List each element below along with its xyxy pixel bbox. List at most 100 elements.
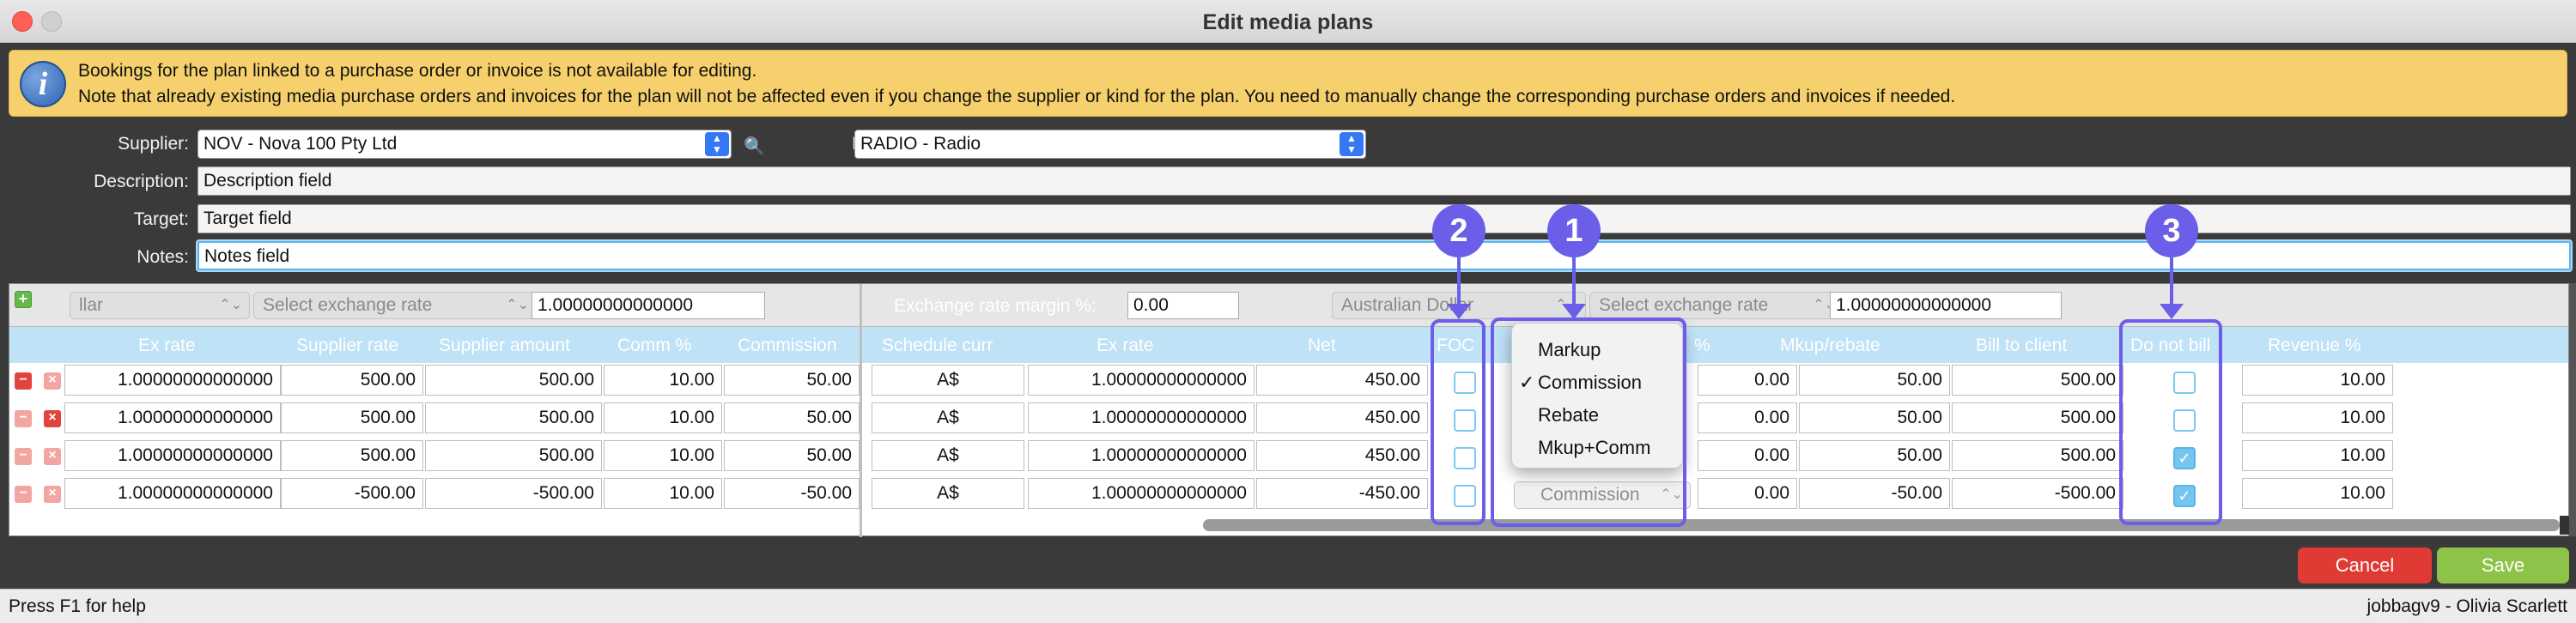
left-exchange-select[interactable]: Select exchange rate ⌃⌄ xyxy=(253,292,537,319)
cell-supplier-rate[interactable]: 500.00 xyxy=(281,402,423,433)
col-bill-to-client[interactable]: Bill to client xyxy=(1976,336,2067,356)
remove-row-icon[interactable]: − xyxy=(15,372,32,390)
cell-net[interactable]: -450.00 xyxy=(1256,478,1428,509)
cell-supplier-rate[interactable]: -500.00 xyxy=(281,478,423,509)
cell-mkup-rebate[interactable]: -50.00 xyxy=(1799,478,1950,509)
cell-comm-pct[interactable]: 10.00 xyxy=(604,478,722,509)
cell-comm-pct[interactable]: 10.00 xyxy=(604,440,722,471)
cell-comm-pct[interactable]: 10.00 xyxy=(604,365,722,396)
chevron-updown-icon: ⌃⌄ xyxy=(506,298,529,312)
cell-revenue-pct[interactable]: 10.00 xyxy=(2242,440,2393,471)
info-line-1: Bookings for the plan linked to a purcha… xyxy=(78,61,757,81)
cell-commission[interactable]: 50.00 xyxy=(724,365,860,396)
cell-supplier-rate[interactable]: 500.00 xyxy=(281,365,423,396)
chevron-updown-icon: ▲ ▼ xyxy=(705,132,729,156)
cell-revenue-pct[interactable]: 10.00 xyxy=(2242,478,2393,509)
cell-supplier-amount[interactable]: 500.00 xyxy=(425,402,602,433)
notes-label: Notes: xyxy=(137,247,189,267)
cell-net[interactable]: 450.00 xyxy=(1256,402,1428,433)
cancel-button[interactable]: Cancel xyxy=(2298,547,2432,584)
kind-value: RADIO - Radio xyxy=(860,134,981,154)
col-comm-pct[interactable]: Comm % xyxy=(617,336,691,356)
cell-revenue-pct[interactable]: 10.00 xyxy=(2242,402,2393,433)
cell-pct[interactable]: 0.00 xyxy=(1698,478,1797,509)
left-currency-value: llar xyxy=(79,295,104,315)
cell-net[interactable]: 450.00 xyxy=(1256,440,1428,471)
cell-ex-rate-2[interactable]: 1.00000000000000 xyxy=(1028,365,1255,396)
cell-schedule-curr[interactable]: A$ xyxy=(872,478,1024,509)
right-rate-input[interactable]: 1.00000000000000 xyxy=(1830,292,2062,319)
col-mkup-rebate[interactable]: Mkup/rebate xyxy=(1780,336,1880,356)
cell-schedule-curr[interactable]: A$ xyxy=(872,365,1024,396)
remove-row-icon[interactable]: − xyxy=(15,486,32,503)
window-titlebar: Edit media plans xyxy=(0,0,2576,43)
cell-supplier-amount[interactable]: -500.00 xyxy=(425,478,602,509)
notes-field[interactable]: Notes field xyxy=(197,241,2571,270)
delete-row-icon[interactable]: × xyxy=(44,410,61,427)
kind-select[interactable]: RADIO - Radio ▲ ▼ xyxy=(854,130,1366,159)
cell-commission[interactable]: -50.00 xyxy=(724,478,860,509)
cell-supplier-rate[interactable]: 500.00 xyxy=(281,440,423,471)
col-ex-rate-2[interactable]: Ex rate xyxy=(1097,336,1154,356)
cell-supplier-amount[interactable]: 500.00 xyxy=(425,440,602,471)
col-net[interactable]: Net xyxy=(1308,336,1336,356)
cell-net[interactable]: 450.00 xyxy=(1256,365,1428,396)
callout-arrow-1 xyxy=(1572,257,1576,305)
callout-box-foc xyxy=(1431,319,1485,525)
cell-ex-rate[interactable]: 1.00000000000000 xyxy=(64,365,281,396)
info-banner: i Bookings for the plan linked to a purc… xyxy=(9,50,2567,117)
cell-pct[interactable]: 0.00 xyxy=(1698,440,1797,471)
cell-pct[interactable]: 0.00 xyxy=(1698,402,1797,433)
cell-ex-rate[interactable]: 1.00000000000000 xyxy=(64,478,281,509)
col-revenue-pct[interactable]: Revenue % xyxy=(2268,336,2361,356)
vertical-scrollbar[interactable] xyxy=(2569,283,2576,536)
cell-ex-rate[interactable]: 1.00000000000000 xyxy=(64,440,281,471)
cell-schedule-curr[interactable]: A$ xyxy=(872,440,1024,471)
delete-row-icon[interactable]: × xyxy=(44,486,61,503)
col-ex-rate[interactable]: Ex rate xyxy=(138,336,196,356)
col-schedule-curr[interactable]: Schedule curr xyxy=(882,336,993,356)
target-label: Target: xyxy=(133,209,189,229)
cell-commission[interactable]: 50.00 xyxy=(724,440,860,471)
remove-row-icon[interactable]: − xyxy=(15,410,32,427)
horizontal-scrollbar[interactable] xyxy=(1203,519,2560,531)
callout-box-do-not-bill xyxy=(2119,319,2222,525)
remove-row-icon[interactable]: − xyxy=(15,448,32,465)
cell-comm-pct[interactable]: 10.00 xyxy=(604,402,722,433)
cell-pct[interactable]: 0.00 xyxy=(1698,365,1797,396)
cell-ex-rate[interactable]: 1.00000000000000 xyxy=(64,402,281,433)
delete-row-icon[interactable]: × xyxy=(44,372,61,390)
cell-ex-rate-2[interactable]: 1.00000000000000 xyxy=(1028,440,1255,471)
cell-mkup-rebate[interactable]: 50.00 xyxy=(1799,402,1950,433)
left-rate-input[interactable]: 1.00000000000000 xyxy=(532,292,765,319)
margin-input[interactable]: 0.00 xyxy=(1127,292,1239,319)
cell-revenue-pct[interactable]: 10.00 xyxy=(2242,365,2393,396)
col-commission[interactable]: Commission xyxy=(738,336,837,356)
cell-supplier-amount[interactable]: 500.00 xyxy=(425,365,602,396)
callout-arrow-2 xyxy=(1457,257,1461,305)
save-button[interactable]: Save xyxy=(2437,547,2569,584)
left-exchange-placeholder: Select exchange rate xyxy=(263,295,433,315)
cell-bill-to-client[interactable]: 500.00 xyxy=(1952,365,2123,396)
cell-ex-rate-2[interactable]: 1.00000000000000 xyxy=(1028,478,1255,509)
cell-commission[interactable]: 50.00 xyxy=(724,402,860,433)
cell-bill-to-client[interactable]: -500.00 xyxy=(1952,478,2123,509)
right-exchange-select[interactable]: Select exchange rate ⌃⌄ xyxy=(1589,292,1844,319)
cell-ex-rate-2[interactable]: 1.00000000000000 xyxy=(1028,402,1255,433)
col-supplier-amount[interactable]: Supplier amount xyxy=(439,336,570,356)
left-currency-select[interactable]: llar ⌃⌄ xyxy=(70,292,250,319)
supplier-select[interactable]: NOV - Nova 100 Pty Ltd ▲ ▼ xyxy=(197,130,732,159)
cell-mkup-rebate[interactable]: 50.00 xyxy=(1799,365,1950,396)
cell-bill-to-client[interactable]: 500.00 xyxy=(1952,440,2123,471)
search-icon[interactable]: 🔍 xyxy=(744,136,765,157)
cell-mkup-rebate[interactable]: 50.00 xyxy=(1799,440,1950,471)
target-field[interactable]: Target field xyxy=(197,204,2571,233)
cell-bill-to-client[interactable]: 500.00 xyxy=(1952,402,2123,433)
description-field[interactable]: Description field xyxy=(197,166,2571,196)
col-pct[interactable]: % xyxy=(1694,336,1710,356)
add-row-button[interactable]: + xyxy=(15,291,32,308)
delete-row-icon[interactable]: × xyxy=(44,448,61,465)
arrow-down-icon xyxy=(2160,304,2184,319)
cell-schedule-curr[interactable]: A$ xyxy=(872,402,1024,433)
col-supplier-rate[interactable]: Supplier rate xyxy=(296,336,398,356)
